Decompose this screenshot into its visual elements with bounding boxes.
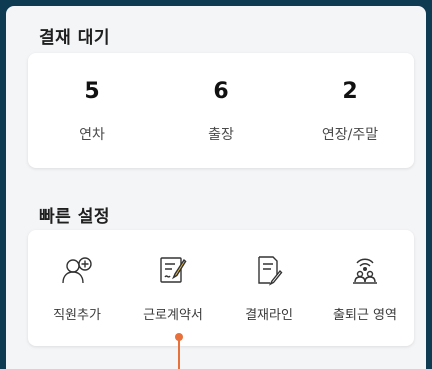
stat-value: 2	[342, 79, 358, 104]
approval-line-icon	[258, 256, 283, 286]
pointer-indicator-line	[178, 340, 180, 369]
quick-settings-card: 직원추가 근로계약서 결재라인 출퇴근 영역	[28, 230, 414, 346]
stat-overtime-weekend[interactable]: 2 연장/주말	[286, 53, 414, 168]
add-employee-icon	[62, 257, 92, 284]
approval-line-button[interactable]: 결재라인	[221, 230, 317, 346]
add-employee-button[interactable]: 직원추가	[29, 230, 125, 346]
main-panel: 결재 대기 5 연차 6 출장 2 연장/주말 빠른 설정 직원추가 근로계약서…	[6, 6, 426, 369]
quick-item-label: 결재라인	[245, 308, 293, 323]
commute-area-icon	[353, 258, 377, 284]
stat-business-trip[interactable]: 6 출장	[157, 53, 285, 168]
stat-label: 연차	[79, 127, 105, 143]
employment-contract-button[interactable]: 근로계약서	[125, 230, 221, 346]
quick-item-label: 근로계약서	[143, 308, 203, 323]
quick-settings-title: 빠른 설정	[39, 207, 110, 227]
stat-label: 출장	[208, 127, 234, 143]
stat-label: 연장/주말	[321, 127, 379, 143]
quick-item-label: 출퇴근 영역	[333, 308, 397, 323]
stat-annual-leave[interactable]: 5 연차	[28, 53, 156, 168]
quick-item-label: 직원추가	[53, 308, 101, 323]
commute-area-button[interactable]: 출퇴근 영역	[317, 230, 413, 346]
approval-pending-title: 결재 대기	[39, 28, 110, 48]
contract-icon	[160, 257, 187, 283]
approval-pending-card: 5 연차 6 출장 2 연장/주말	[28, 53, 414, 168]
stat-value: 6	[213, 79, 229, 104]
stat-value: 5	[84, 79, 100, 104]
